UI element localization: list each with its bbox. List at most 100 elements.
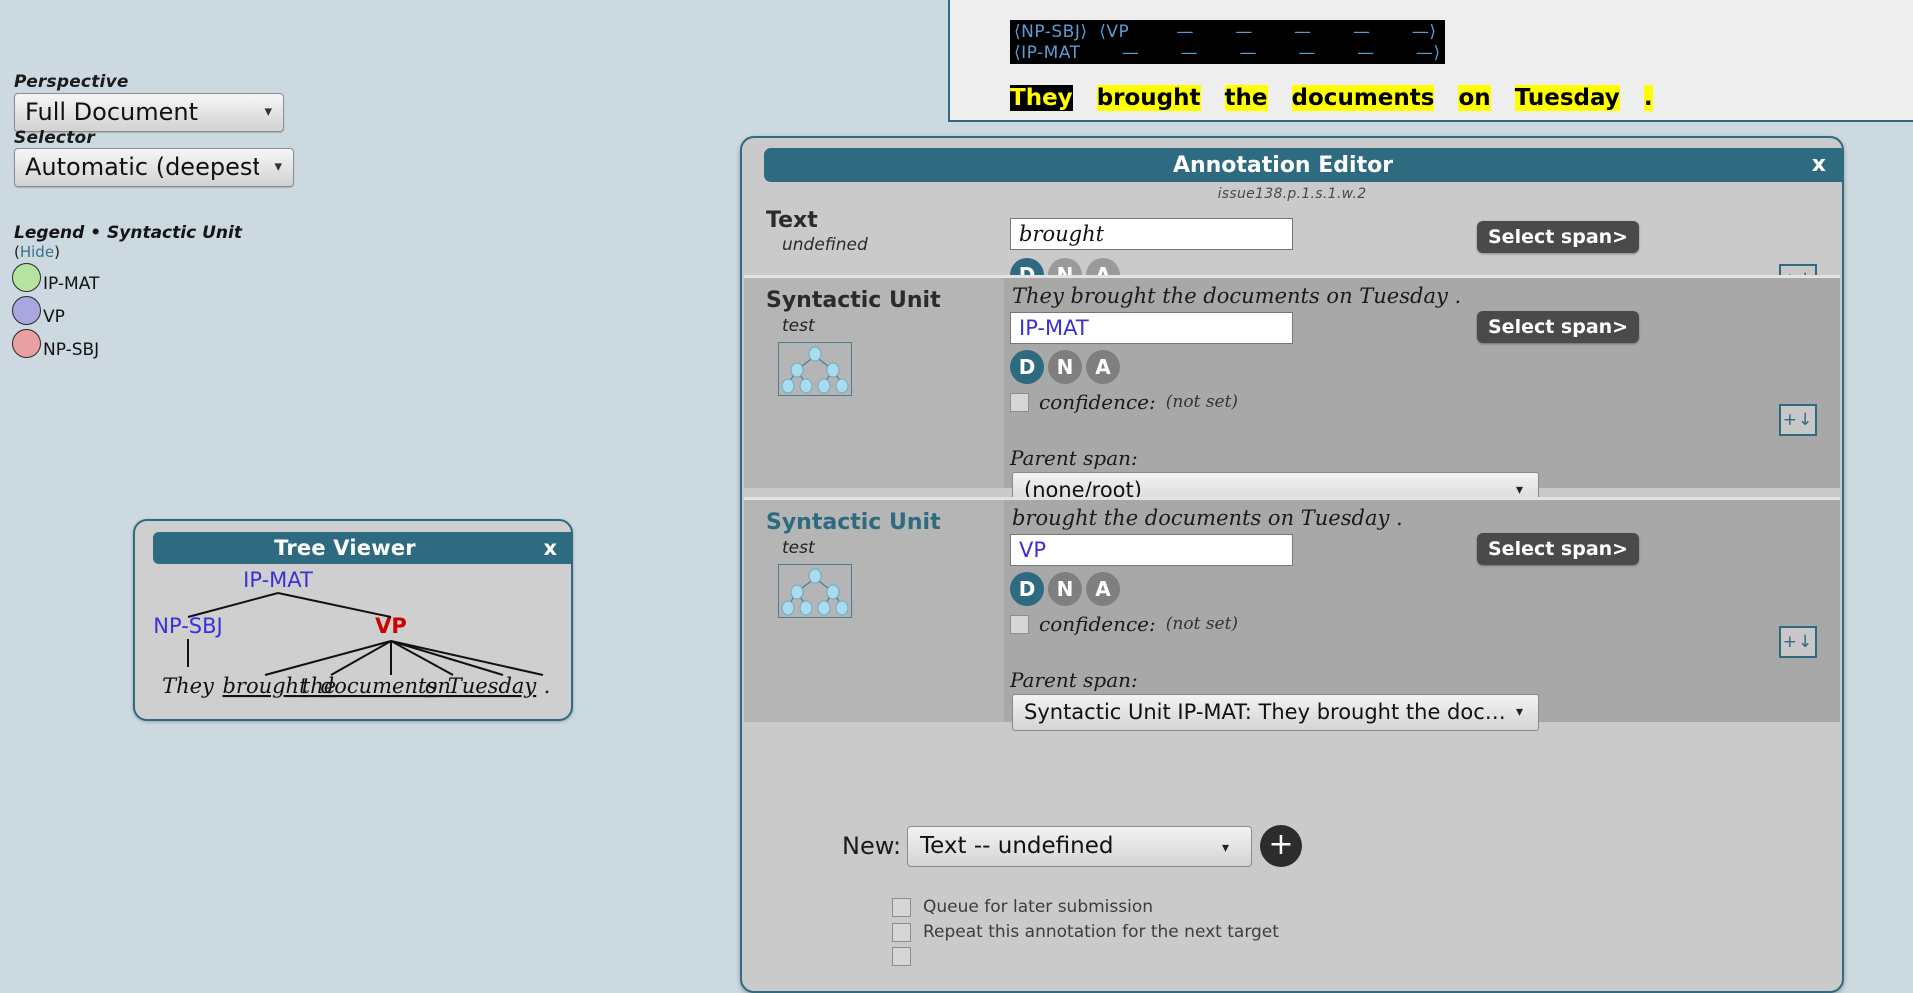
queue-checkbox[interactable] [892, 897, 911, 917]
text-row-label: Text undefined [744, 208, 1006, 255]
tree-thumbnail-icon[interactable] [778, 342, 852, 396]
tree-viewer-titlebar: Tree Viewer [153, 532, 571, 564]
section-left-column: Syntactic Unit test [744, 278, 1004, 488]
tree-leaf: . [544, 674, 551, 698]
syntactic-unit-section: Syntactic Unit test [744, 275, 1840, 509]
section-title: Syntactic Unit [766, 288, 941, 313]
text-annotation-row: Text undefined D N A Select span> +↓ [744, 208, 1840, 296]
section-subtitle: test [782, 538, 815, 558]
legend-item[interactable]: IP-MAT [12, 261, 242, 294]
add-annotation-button[interactable]: + [1260, 825, 1302, 867]
third-checkbox[interactable] [892, 947, 911, 966]
parent-span-label: Parent span: [1010, 668, 1138, 692]
document-word[interactable]: documents [1291, 85, 1435, 111]
section-dna-buttons: D N A [1010, 572, 1120, 606]
legend-item-label: VP [43, 306, 65, 327]
dna-d-button[interactable]: D [1010, 350, 1044, 384]
confidence-checkbox[interactable] [1010, 614, 1029, 634]
dna-d-button[interactable]: D [1010, 572, 1044, 606]
dna-n-button[interactable]: N [1048, 572, 1082, 606]
section-subtitle: test [782, 316, 815, 336]
confidence-label: confidence: [1039, 612, 1156, 636]
text-select-span-button[interactable]: Select span> [1477, 221, 1640, 253]
word-gap [1491, 85, 1515, 111]
section-right-column: They brought the documents on Tuesday . … [1006, 278, 1840, 509]
tree-node-vp[interactable]: VP [375, 614, 407, 638]
confidence-row: confidence: (not set) [1010, 390, 1238, 414]
legend-color-swatch [12, 296, 41, 325]
tree-thumbnail-icon[interactable] [778, 564, 852, 618]
section-title: Syntactic Unit [766, 510, 941, 535]
tree-viewer-title: Tree Viewer [274, 536, 416, 560]
document-word[interactable]: They [1010, 85, 1073, 111]
section-right-column: brought the documents on Tuesday . D N A… [1006, 500, 1840, 731]
word-gap [1073, 85, 1097, 111]
syntactic-unit-value-input[interactable] [1010, 534, 1293, 566]
parse-line: ⟨NP-SBJ⟩ ⟨VP — — — — —⟩ [1014, 22, 1437, 42]
legend-hide-link[interactable]: Hide [20, 243, 54, 261]
legend-item[interactable]: NP-SBJ [12, 327, 242, 360]
document-word[interactable]: . [1643, 85, 1653, 111]
parse-bracket-block: ⟨NP-SBJ⟩ ⟨VP — — — — —⟩ ⟨IP-MAT — — — — … [1010, 20, 1445, 64]
document-word[interactable]: on [1458, 85, 1491, 111]
repeat-checkbox-row: Repeat this annotation for the next targ… [892, 922, 1279, 942]
tree-leaf: They [162, 674, 215, 698]
selector-label: Selector [14, 128, 95, 148]
word-gap [1620, 85, 1644, 111]
section-add-below-button[interactable]: +↓ [1779, 626, 1817, 658]
tree-node-root[interactable]: IP-MAT [243, 568, 313, 592]
syntactic-unit-section: Syntactic Unit test [744, 497, 1840, 731]
text-value-input[interactable] [1010, 218, 1293, 250]
tree-edges [187, 592, 544, 676]
annotation-editor-titlebar: Annotation Editor [764, 148, 1842, 182]
confidence-value: (not set) [1165, 392, 1239, 412]
section-select-span-button[interactable]: Select span> [1477, 311, 1640, 343]
parent-span-select[interactable]: Syntactic Unit IP-MAT: They brought the … [1012, 694, 1539, 731]
document-word[interactable]: brought [1096, 85, 1201, 111]
tree-leaf: documents [321, 674, 438, 698]
document-word[interactable]: the [1224, 85, 1268, 111]
tree-viewer-panel: Tree Viewer x IP-MAT NP-SBJ VP They brou… [133, 519, 573, 721]
legend-color-swatch [12, 329, 41, 358]
section-span-text: brought the documents on Tuesday . [1012, 506, 1403, 530]
tree-leaf: Tuesday [448, 674, 538, 698]
annotation-editor-subtitle: issue138.p.1.s.1.w.2 [1217, 186, 1367, 202]
repeat-checkbox[interactable] [892, 922, 911, 942]
legend-hide-toggle[interactable]: (Hide) [14, 243, 242, 261]
legend-title: Legend • Syntactic Unit [14, 223, 242, 243]
section-left-column: Syntactic Unit test [744, 500, 1004, 722]
selector-select-wrap: Automatic (deepest) ▾ [14, 148, 294, 187]
confidence-checkbox[interactable] [1010, 392, 1029, 412]
confidence-row: confidence: (not set) [1010, 612, 1238, 636]
dna-n-button[interactable]: N [1048, 350, 1082, 384]
queue-checkbox-label: Queue for later submission [923, 897, 1154, 917]
tree-node-np-sbj[interactable]: NP-SBJ [153, 614, 222, 638]
new-annotation-row: New: Text -- undefined ▾ + [742, 818, 1838, 876]
legend-item-label: NP-SBJ [43, 339, 100, 360]
dna-a-button[interactable]: A [1086, 572, 1120, 606]
word-gap [1201, 85, 1225, 111]
legend-hide-paren-close: ) [54, 243, 60, 261]
legend-item[interactable]: VP [12, 294, 242, 327]
parent-span-label: Parent span: [1010, 446, 1138, 470]
section-add-below-button[interactable]: +↓ [1779, 404, 1817, 436]
queue-checkbox-row: Queue for later submission [892, 897, 1153, 917]
annotation-editor-close-button[interactable]: x [1812, 148, 1826, 182]
tree-viewer-close-button[interactable]: x [543, 533, 557, 563]
tree-leaf: brought [222, 674, 308, 698]
annotation-editor-panel: Annotation Editor x issue138.p.1.s.1.w.2… [740, 136, 1844, 993]
confidence-value: (not set) [1165, 614, 1239, 634]
annotation-editor-title: Annotation Editor [1172, 152, 1394, 178]
perspective-select[interactable]: Full Document [14, 93, 284, 132]
section-span-text: They brought the documents on Tuesday . [1012, 284, 1462, 308]
document-word[interactable]: Tuesday [1514, 85, 1620, 111]
dna-a-button[interactable]: A [1086, 350, 1120, 384]
perspective-label: Perspective [14, 72, 129, 92]
syntactic-unit-value-input[interactable] [1010, 312, 1293, 344]
selector-select[interactable]: Automatic (deepest) [14, 148, 294, 187]
section-select-span-button[interactable]: Select span> [1477, 533, 1640, 565]
tree-diagram: IP-MAT NP-SBJ VP They brought the docume… [153, 568, 551, 698]
document-word-row[interactable]: They brought the documents on Tuesday . [1010, 84, 1653, 112]
new-annotation-type-select[interactable]: Text -- undefined [907, 826, 1252, 867]
repeat-checkbox-label: Repeat this annotation for the next targ… [923, 922, 1279, 942]
